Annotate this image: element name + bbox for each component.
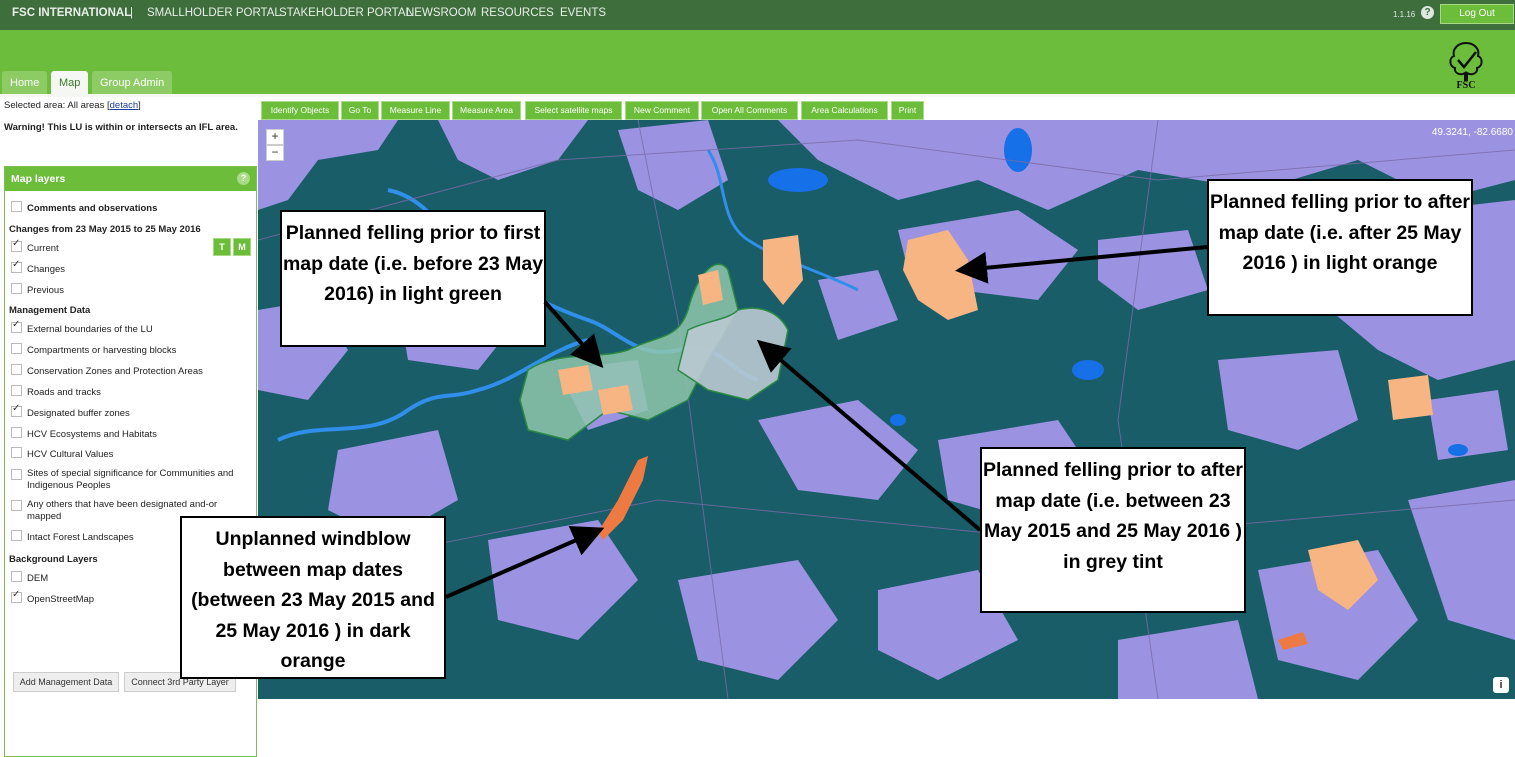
checkbox-icon[interactable] (11, 427, 22, 438)
checkbox-icon[interactable] (11, 571, 22, 582)
layer-intact-forest[interactable]: Intact Forest Landscapes (11, 530, 134, 543)
brand-link[interactable]: FSC INTERNATIONAL (12, 7, 131, 19)
layer-changes-label: Changes (27, 264, 66, 275)
nav-link-resources[interactable]: RESOURCES (481, 7, 554, 19)
selected-area-label: Selected area: All areas (4, 100, 105, 111)
layer-special-sites[interactable]: Sites of special significance for Commun… (11, 468, 241, 492)
nav-link-newsroom[interactable]: NEWSROOM (406, 7, 476, 19)
checkbox-icon[interactable] (11, 259, 22, 273)
fsc-logo-icon: FSC (1449, 41, 1483, 90)
checkbox-icon[interactable] (11, 589, 22, 603)
layer-label: Sites of special significance for Commun… (27, 468, 234, 491)
layer-openstreetmap[interactable]: OpenStreetMap (11, 589, 95, 605)
help-icon[interactable]: ? (1421, 6, 1434, 19)
layer-label: HCV Cultural Values (27, 449, 114, 460)
checkbox-icon[interactable] (11, 469, 22, 480)
coordinates-readout: 49.3241, -82.6680 (1431, 127, 1513, 138)
callout-dark-orange: Unplanned windblow between map dates (be… (180, 516, 446, 679)
measure-area-button[interactable]: Measure Area (452, 101, 521, 120)
checkbox-icon[interactable] (11, 201, 22, 212)
checkbox-icon[interactable] (11, 283, 22, 294)
map-layers-header: Map layers ? (5, 167, 256, 191)
detach-link[interactable]: detach (110, 100, 139, 111)
info-button[interactable]: i (1493, 677, 1509, 693)
layer-label: DEM (27, 573, 49, 584)
ifl-warning: Warning! This LU is within or intersects… (4, 122, 238, 133)
layer-hcv-ecosystems[interactable]: HCV Ecosystems and Habitats (11, 427, 157, 440)
layer-hcv-cultural[interactable]: HCV Cultural Values (11, 447, 113, 460)
comments-layer-toggle[interactable]: Comments and observations (11, 201, 157, 214)
go-to-button[interactable]: Go To (341, 101, 379, 120)
comments-layer-label: Comments and observations (27, 203, 158, 214)
callout-grey-tint: Planned felling prior to after map date … (980, 447, 1246, 613)
layer-compartments[interactable]: Compartments or harvesting blocks (11, 343, 176, 356)
area-calculations-button[interactable]: Area Calculations (801, 101, 888, 120)
layer-buffer-zones[interactable]: Designated buffer zones (11, 403, 130, 419)
layer-label: Conservation Zones and Protection Areas (27, 366, 203, 377)
print-button[interactable]: Print (891, 101, 924, 120)
zoom-in-button[interactable]: + (266, 129, 284, 145)
layer-current[interactable]: Current (11, 238, 59, 254)
layer-label: Designated buffer zones (27, 408, 130, 419)
checkbox-icon[interactable] (11, 319, 22, 333)
nav-separator: | (130, 7, 133, 19)
tab-map[interactable]: Map (51, 71, 89, 95)
checkbox-icon[interactable] (11, 385, 22, 396)
checkbox-icon[interactable] (11, 530, 22, 541)
select-satellite-maps-button[interactable]: Select satellite maps (525, 101, 622, 120)
layer-label: OpenStreetMap (27, 594, 95, 605)
layer-changes[interactable]: Changes (11, 259, 66, 275)
zoom-out-button[interactable]: − (266, 145, 284, 161)
layer-previous[interactable]: Previous (11, 283, 64, 296)
layer-roads[interactable]: Roads and tracks (11, 385, 101, 398)
dark-orange-windblow-area (598, 456, 648, 540)
new-comment-button[interactable]: New Comment (625, 101, 699, 120)
measure-line-button[interactable]: Measure Line (381, 101, 450, 120)
layer-external-boundaries[interactable]: External boundaries of the LU (11, 319, 153, 335)
background-heading: Background Layers (9, 554, 98, 565)
management-heading: Management Data (9, 305, 91, 316)
layer-conservation-zones[interactable]: Conservation Zones and Protection Areas (11, 364, 203, 377)
checkbox-icon[interactable] (11, 238, 22, 252)
callout-light-orange: Planned felling prior to after map date … (1207, 179, 1473, 316)
version-label: 1.1.16 (1393, 10, 1416, 19)
layer-label: External boundaries of the LU (27, 324, 153, 335)
layer-label: HCV Ecosystems and Habitats (27, 429, 157, 440)
m-button[interactable]: M (233, 238, 251, 256)
checkbox-icon[interactable] (11, 364, 22, 375)
nav-link-smallholder-portal[interactable]: SMALLHOLDER PORTAL (147, 7, 281, 19)
layer-label: Roads and tracks (27, 387, 101, 398)
checkbox-icon[interactable] (11, 500, 22, 511)
layer-label: Intact Forest Landscapes (27, 532, 134, 543)
nav-link-stakeholder-portal[interactable]: STAKEHOLDER PORTAL (279, 7, 412, 19)
nav-link-events[interactable]: EVENTS (560, 7, 606, 19)
open-all-comments-button[interactable]: Open All Comments (701, 101, 798, 120)
layer-label: Compartments or harvesting blocks (27, 345, 177, 356)
header-band (0, 30, 1515, 96)
callout-light-green: Planned felling prior to first map date … (280, 210, 546, 347)
layer-dem[interactable]: DEM (11, 571, 48, 584)
layers-help-icon[interactable]: ? (237, 172, 250, 185)
identify-objects-button[interactable]: Identify Objects (261, 101, 339, 120)
layer-current-label: Current (27, 243, 59, 254)
t-button[interactable]: T (213, 238, 231, 256)
tab-home[interactable]: Home (2, 71, 48, 95)
selected-area: Selected area: All areas [detach] (4, 100, 141, 111)
logout-button[interactable]: Log Out (1440, 4, 1514, 24)
checkbox-icon[interactable] (11, 343, 22, 354)
fsc-logo-text: FSC (1457, 80, 1476, 90)
top-nav-bar: FSC INTERNATIONAL | SMALLHOLDER PORTAL S… (0, 0, 1515, 30)
changes-heading: Changes from 23 May 2015 to 25 May 2016 (9, 224, 201, 235)
layer-previous-label: Previous (27, 285, 64, 296)
tab-group-admin[interactable]: Group Admin (92, 71, 173, 95)
add-management-data-button[interactable]: Add Management Data (13, 672, 119, 692)
map-layers-title: Map layers (11, 173, 66, 185)
checkbox-icon[interactable] (11, 403, 22, 417)
checkbox-icon[interactable] (11, 447, 22, 458)
